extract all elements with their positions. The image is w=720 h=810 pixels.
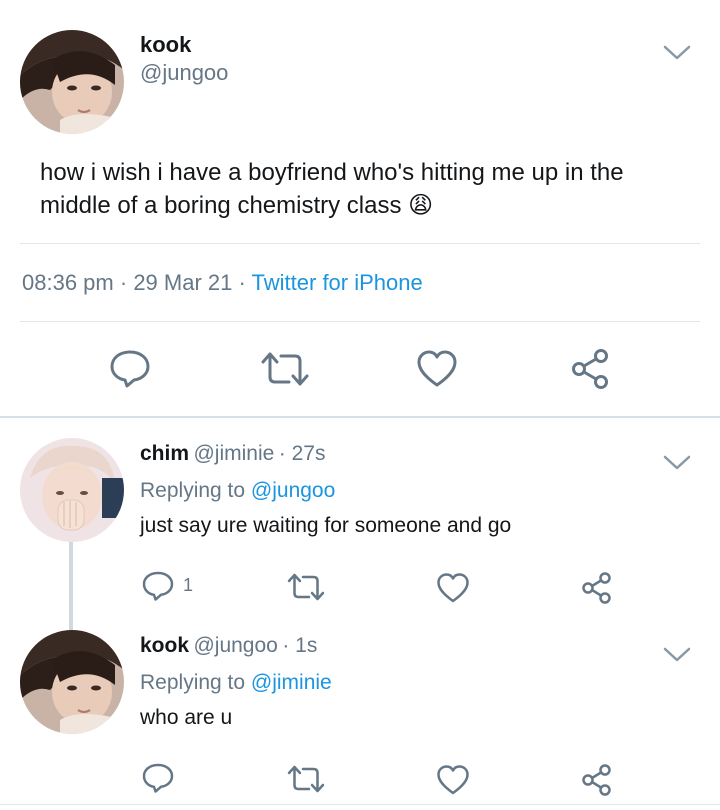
reply2-text: who are u — [140, 706, 233, 729]
tweet-source[interactable]: Twitter for iPhone — [252, 270, 423, 295]
retweet-icon[interactable] — [287, 572, 325, 602]
reply1-text: just say ure waiting for someone and go — [140, 514, 512, 537]
reply-icon[interactable] — [141, 762, 175, 794]
main-handle[interactable]: @jungoo — [140, 60, 228, 86]
replying-to-link[interactable]: @jungoo — [251, 479, 335, 502]
reply2-display-name[interactable]: kook — [140, 634, 189, 657]
share-icon[interactable] — [580, 763, 614, 797]
reply1-display-name[interactable]: chim — [140, 442, 189, 465]
divider — [0, 804, 720, 805]
divider — [20, 321, 700, 322]
avatar-kook[interactable] — [20, 630, 124, 734]
chevron-down-icon[interactable] — [662, 43, 692, 63]
section-divider — [0, 416, 720, 418]
reply-count: 1 — [183, 575, 194, 595]
reply1-header: chim @jiminie · 27s — [140, 442, 325, 466]
reply1-handle[interactable]: @jiminie — [193, 442, 274, 465]
avatar-image — [20, 30, 124, 134]
retweet-icon[interactable] — [260, 350, 310, 388]
chevron-down-icon[interactable] — [662, 645, 692, 665]
replying-to-link[interactable]: @jiminie — [251, 671, 332, 694]
like-icon[interactable] — [416, 349, 458, 389]
reply1-age: · 27s — [278, 442, 326, 465]
thread-line — [69, 540, 73, 638]
reply-icon[interactable] — [141, 570, 175, 602]
share-icon[interactable] — [569, 348, 613, 390]
reply-icon[interactable] — [108, 348, 152, 388]
reply2-replying-to: Replying to @jiminie — [140, 671, 332, 694]
reply2-handle[interactable]: @jungoo — [193, 634, 277, 657]
divider — [20, 243, 700, 244]
reply1-replying-to: Replying to @jungoo — [140, 479, 336, 502]
reply2-age: · 1s — [282, 634, 318, 657]
main-display-name[interactable]: kook — [140, 32, 191, 58]
avatar-image — [20, 630, 124, 734]
tweet-date[interactable]: 29 Mar 21 — [133, 270, 232, 295]
retweet-icon[interactable] — [287, 764, 325, 794]
weary-face-emoji: 😩 — [408, 191, 434, 219]
like-icon[interactable] — [436, 764, 470, 796]
tweet-text-line2: middle of a boring chemistry class 😩 — [40, 191, 434, 219]
tweet-text: how i wish i have a boyfriend who's hitt… — [40, 157, 700, 222]
avatar-chim[interactable] — [20, 438, 124, 542]
tweet-meta: 08:36 pm · 29 Mar 21 · Twitter for iPhon… — [22, 270, 423, 295]
tweet-time[interactable]: 08:36 pm — [22, 270, 114, 295]
chevron-down-icon[interactable] — [662, 453, 692, 473]
avatar-kook[interactable] — [20, 30, 124, 134]
share-icon[interactable] — [580, 571, 614, 605]
avatar-image — [20, 438, 124, 542]
tweet-text-line1: how i wish i have a boyfriend who's hitt… — [40, 159, 624, 186]
reply2-header: kook @jungoo · 1s — [140, 634, 317, 658]
like-icon[interactable] — [436, 572, 470, 604]
